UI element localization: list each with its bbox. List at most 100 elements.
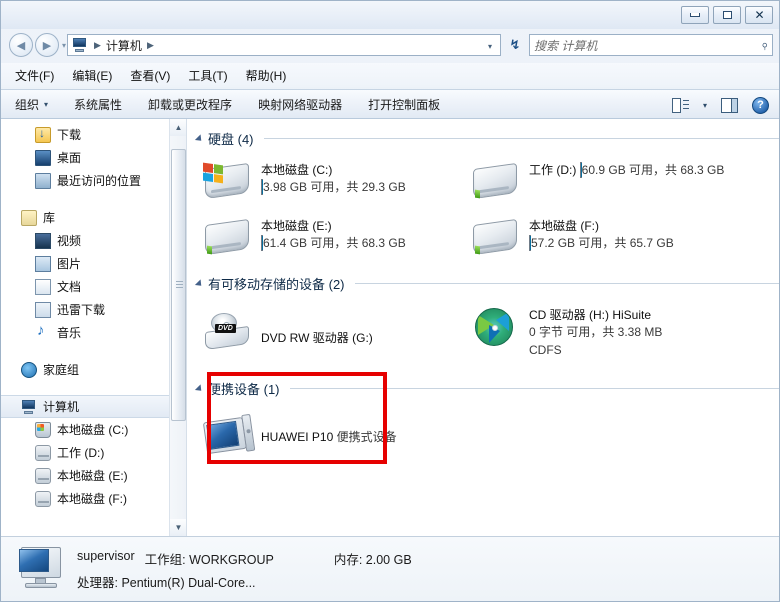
sidebar-item-drive-d[interactable]: 工作 (D:)	[1, 441, 186, 464]
view-chevron-down-icon[interactable]: ▾	[703, 101, 707, 110]
sidebar-label-pictures: 图片	[57, 257, 82, 271]
organize-button[interactable]: 组织 ▾	[15, 96, 48, 113]
drive-capacity-f: 57.2 GB 可用，共 65.7 GB	[531, 236, 674, 250]
preview-pane-icon[interactable]	[721, 97, 738, 113]
system-properties-button[interactable]: 系统属性	[74, 96, 122, 113]
navigation-buttons: ◀ ▶ ▾	[9, 33, 66, 57]
details-pane: supervisor 工作组: WORKGROUP 内存: 2.00 GB 处理…	[1, 536, 779, 601]
refresh-button[interactable]: ↯	[504, 34, 526, 56]
address-bar[interactable]: ▶ 计算机 ▶ ▾	[67, 34, 501, 56]
open-control-panel-button[interactable]: 打开控制面板	[368, 96, 440, 113]
drive-name-dvd-g: DVD RW 驱动器 (G:)	[261, 330, 373, 345]
drive-capacity-c: 3.98 GB 可用，共 29.3 GB	[263, 180, 406, 194]
sidebar-scrollbar[interactable]: ▲ ▼	[169, 119, 186, 536]
dvd-drive-icon: DVD	[201, 309, 255, 353]
drive-item-cd-h[interactable]: CD 驱动器 (H:) HiSuite 0 字节 可用，共 3.38 MB CD…	[465, 299, 733, 363]
sidebar-item-documents[interactable]: 文档	[1, 275, 186, 298]
address-row: ◀ ▶ ▾ ▶ 计算机 ▶ ▾ ↯ 搜索 计算机 ⌕	[1, 29, 779, 61]
drive-item-d[interactable]: 工作 (D:) 60.9 GB 可用，共 68.3 GB	[465, 154, 733, 210]
back-button[interactable]: ◀	[9, 33, 33, 57]
breadcrumb-separator-2[interactable]: ▶	[144, 40, 157, 51]
uninstall-change-program-button[interactable]: 卸载或更改程序	[148, 96, 232, 113]
minimize-button[interactable]	[681, 6, 709, 24]
menu-bar: 文件(F) 编辑(E) 查看(V) 工具(T) 帮助(H)	[1, 63, 779, 87]
status-line-1: supervisor 工作组: WORKGROUP 内存: 2.00 GB	[77, 549, 412, 568]
group-title-portable: 便携设备 (1)	[208, 382, 280, 397]
collapse-triangle-icon[interactable]	[194, 383, 205, 394]
scrollbar-thumb[interactable]	[171, 149, 186, 421]
sidebar-item-libraries[interactable]: 库	[1, 206, 186, 229]
menu-view[interactable]: 查看(V)	[130, 67, 170, 84]
music-icon	[35, 322, 51, 341]
status-memory: 内存: 2.00 GB	[333, 553, 412, 567]
title-bar: ✕	[1, 1, 779, 29]
sidebar-item-pictures[interactable]: 图片	[1, 252, 186, 275]
homegroup-icon	[21, 361, 37, 378]
menu-file[interactable]: 文件(F)	[15, 67, 54, 84]
drive-item-e[interactable]: 本地磁盘 (E:) 61.4 GB 可用，共 68.3 GB	[197, 210, 465, 266]
close-button[interactable]: ✕	[745, 6, 773, 24]
sidebar-item-computer[interactable]: 计算机	[1, 395, 186, 418]
sidebar-label-drive-c: 本地磁盘 (C:)	[57, 423, 129, 437]
drive-item-c[interactable]: 本地磁盘 (C:) 3.98 GB 可用，共 29.3 GB	[197, 154, 465, 210]
group-header[interactable]: 硬盘 (4)	[194, 129, 779, 148]
menu-tools[interactable]: 工具(T)	[188, 67, 227, 84]
sidebar-label-homegroup: 家庭组	[43, 363, 80, 377]
group-removable-storage: 有可移动存储的设备 (2) DVD DVD RW 驱动器 (G:) CD 驱动器…	[194, 274, 779, 363]
computer-icon	[21, 399, 37, 415]
sidebar-label-drive-e: 本地磁盘 (E:)	[57, 469, 128, 483]
menu-help[interactable]: 帮助(H)	[246, 67, 287, 84]
collapse-triangle-icon[interactable]	[194, 133, 205, 144]
sidebar-label-videos: 视频	[57, 234, 82, 248]
sidebar-label-music: 音乐	[57, 326, 82, 340]
sidebar-item-downloads[interactable]: 下载	[1, 123, 186, 146]
history-dropdown-icon[interactable]: ▾	[62, 41, 66, 50]
drive-icon	[35, 444, 51, 461]
organize-label: 组织	[15, 97, 40, 112]
maximize-button[interactable]	[713, 6, 741, 24]
device-item-huawei-p10[interactable]: HUAWEI P10 便携式设备	[197, 404, 465, 464]
drive-icon	[469, 216, 523, 260]
sidebar-item-drive-e[interactable]: 本地磁盘 (E:)	[1, 464, 186, 487]
drive-item-dvd-g[interactable]: DVD DVD RW 驱动器 (G:)	[197, 299, 465, 363]
change-view-icon[interactable]	[671, 97, 689, 113]
command-bar: 组织 ▾ 系统属性 卸载或更改程序 映射网络驱动器 打开控制面板 ▾ ?	[1, 89, 779, 119]
scroll-up-icon[interactable]: ▲	[170, 119, 186, 136]
scroll-down-icon[interactable]: ▼	[170, 519, 186, 536]
forward-button[interactable]: ▶	[35, 33, 59, 57]
group-title-hard-disks: 硬盘 (4)	[208, 132, 254, 147]
explorer-window: ✕ ◀ ▶ ▾ ▶ 计算机 ▶ ▾ ↯ 搜索 计算机 ⌕ 文件(F) 编辑(E)…	[0, 0, 780, 602]
downloads-icon	[35, 126, 51, 143]
sidebar-item-videos[interactable]: 视频	[1, 229, 186, 252]
search-box[interactable]: 搜索 计算机 ⌕	[529, 34, 773, 56]
drive-item-f[interactable]: 本地磁盘 (F:) 57.2 GB 可用，共 65.7 GB	[465, 210, 733, 266]
group-header[interactable]: 便携设备 (1)	[194, 379, 779, 398]
computer-icon	[72, 38, 88, 52]
breadcrumb-computer[interactable]: 计算机	[104, 37, 144, 54]
computer-icon	[15, 545, 67, 591]
capacity-bar-f	[529, 235, 531, 251]
sidebar-item-drive-f[interactable]: 本地磁盘 (F:)	[1, 487, 186, 510]
help-icon[interactable]: ?	[752, 96, 769, 114]
sidebar-item-recent-places[interactable]: 最近访问的位置	[1, 169, 186, 192]
address-dropdown-icon[interactable]: ▾	[481, 36, 499, 56]
device-type-huawei-p10: 便携式设备	[336, 430, 397, 444]
collapse-triangle-icon[interactable]	[194, 278, 205, 289]
library-icon	[21, 209, 37, 226]
drive-capacity-cd-h: 0 字节 可用，共 3.38 MB	[529, 325, 663, 339]
group-header[interactable]: 有可移动存储的设备 (2)	[194, 274, 779, 293]
search-input[interactable]: 搜索 计算机	[534, 37, 761, 54]
sidebar-item-music[interactable]: 音乐	[1, 321, 186, 344]
drive-icon	[35, 467, 51, 484]
map-network-drive-button[interactable]: 映射网络驱动器	[258, 96, 342, 113]
sidebar-item-homegroup[interactable]: 家庭组	[1, 358, 186, 381]
drive-capacity-d: 60.9 GB 可用，共 68.3 GB	[581, 163, 725, 177]
sidebar-item-drive-c[interactable]: 本地磁盘 (C:)	[1, 418, 186, 441]
sidebar-item-thunder-download[interactable]: 迅雷下载	[1, 298, 186, 321]
documents-icon	[35, 278, 51, 295]
drive-name-c: 本地磁盘 (C:)	[261, 163, 333, 177]
menu-edit[interactable]: 编辑(E)	[72, 67, 112, 84]
sidebar-item-desktop[interactable]: 桌面	[1, 146, 186, 169]
